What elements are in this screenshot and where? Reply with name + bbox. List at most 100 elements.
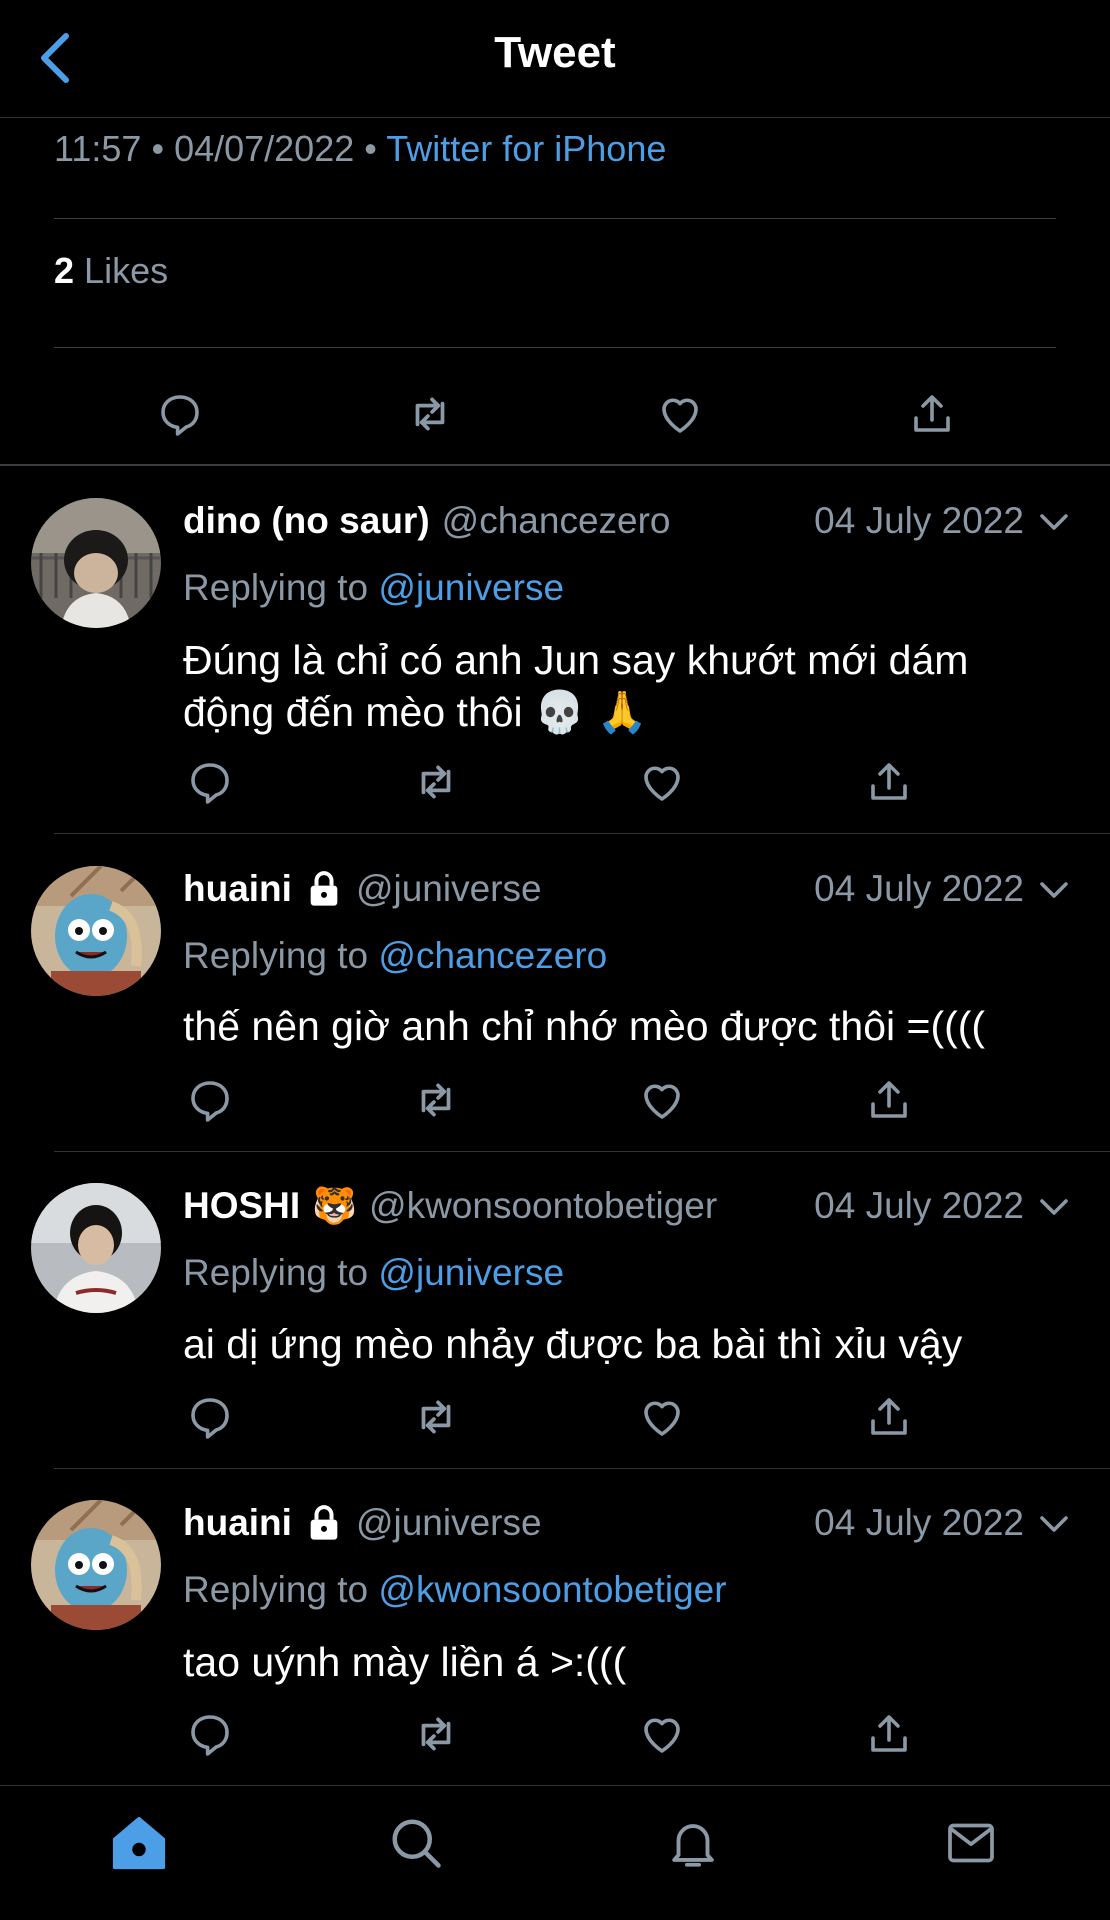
mention-link[interactable]: @juniverse: [378, 1252, 564, 1293]
chevron-down-icon: [1040, 882, 1068, 898]
like-button[interactable]: [634, 1706, 690, 1762]
notifications-bell-icon: [672, 1824, 714, 1867]
page-title: Tweet: [494, 28, 616, 77]
lock-icon: [304, 869, 344, 909]
tab-messages[interactable]: [936, 1808, 1006, 1878]
retweet-button[interactable]: [400, 384, 460, 444]
retweet-button[interactable]: [408, 1072, 464, 1128]
author-name[interactable]: huaini: [183, 868, 292, 910]
divider: [0, 464, 1110, 466]
avatar[interactable]: [31, 498, 161, 628]
replying-to: Replying to @juniverse: [183, 1252, 564, 1294]
retweet-button[interactable]: [408, 754, 464, 810]
author-name[interactable]: dino (no saur): [183, 500, 430, 542]
mention-link[interactable]: @kwonsoontobetiger: [378, 1569, 726, 1610]
divider: [54, 1468, 1110, 1469]
mention-link[interactable]: @juniverse: [378, 567, 564, 608]
share-button[interactable]: [861, 1706, 917, 1762]
more-options-button[interactable]: [1036, 1189, 1072, 1225]
likes-label: Likes: [84, 250, 169, 291]
mention-link[interactable]: @chancezero: [378, 935, 607, 976]
replying-to: Replying to @juniverse: [183, 567, 564, 609]
replying-to-label: Replying to: [183, 567, 369, 608]
avatar[interactable]: [31, 866, 161, 996]
tweet-source-link[interactable]: Twitter for iPhone: [386, 128, 666, 169]
reply-button[interactable]: [182, 1389, 238, 1445]
reply-button[interactable]: [182, 1072, 238, 1128]
avatar[interactable]: [31, 1500, 161, 1630]
search-icon: [392, 1819, 441, 1868]
heart-icon: [644, 1718, 680, 1753]
retweet-button[interactable]: [408, 1389, 464, 1445]
reply-header: HOSHI 🐯 @kwonsoontobetiger: [183, 1185, 717, 1227]
reply-date: 04 July 2022: [814, 1185, 1024, 1226]
tiger-emoji-badge: 🐯: [312, 1185, 358, 1226]
like-button[interactable]: [634, 754, 690, 810]
reply-text: ai dị ứng mèo nhảy được ba bài thì xỉu v…: [183, 1321, 963, 1367]
author-handle[interactable]: @juniverse: [356, 1502, 542, 1544]
share-icon: [871, 763, 907, 800]
divider: [54, 1151, 1110, 1152]
retweet-icon: [415, 397, 445, 431]
avatar[interactable]: [31, 1183, 161, 1313]
reply-date: 04 July 2022: [814, 1502, 1024, 1543]
share-button[interactable]: [861, 1072, 917, 1128]
meta-separator: •: [364, 128, 377, 169]
like-button[interactable]: [634, 1072, 690, 1128]
author-name[interactable]: HOSHI: [183, 1185, 300, 1227]
author-handle[interactable]: @chancezero: [442, 500, 671, 542]
like-button[interactable]: [650, 384, 710, 444]
share-button[interactable]: [861, 1389, 917, 1445]
reply-icon: [191, 763, 229, 804]
like-button[interactable]: [634, 1389, 690, 1445]
share-icon: [871, 1715, 907, 1752]
replying-to: Replying to @chancezero: [183, 935, 607, 977]
replying-to-label: Replying to: [183, 935, 369, 976]
more-options-button[interactable]: [1036, 872, 1072, 908]
chevron-down-icon: [1040, 1199, 1068, 1215]
more-options-button[interactable]: [1036, 504, 1072, 540]
share-icon: [871, 1081, 907, 1118]
tab-home[interactable]: [104, 1808, 174, 1878]
home-icon: [112, 1816, 166, 1870]
reply-button[interactable]: [150, 384, 210, 444]
likes-stat[interactable]: 2 Likes: [54, 250, 168, 292]
share-icon: [914, 395, 950, 432]
author-name[interactable]: huaini: [183, 1502, 292, 1544]
tab-search[interactable]: [381, 1808, 451, 1878]
heart-icon: [644, 766, 680, 801]
retweet-button[interactable]: [408, 1706, 464, 1762]
retweet-icon: [421, 1400, 451, 1434]
meta-separator: •: [151, 128, 165, 169]
author-handle[interactable]: @juniverse: [356, 868, 542, 910]
reply-text: tao uýnh mày liền á >:(((: [183, 1639, 627, 1685]
heart-icon: [644, 1084, 680, 1119]
author-handle[interactable]: @kwonsoontobetiger: [369, 1185, 717, 1227]
reply-button[interactable]: [182, 754, 238, 810]
more-options-button[interactable]: [1036, 1506, 1072, 1542]
reply-header: huaini @juniverse: [183, 868, 542, 910]
reply-button[interactable]: [182, 1706, 238, 1762]
tab-notifications[interactable]: [658, 1808, 728, 1878]
share-button[interactable]: [861, 754, 917, 810]
reply-date: 04 July 2022: [814, 500, 1024, 541]
reply-icon: [161, 395, 199, 436]
share-button[interactable]: [902, 384, 962, 444]
retweet-icon: [421, 1083, 451, 1117]
share-icon: [871, 1398, 907, 1435]
reply-header: huaini @juniverse: [183, 1502, 542, 1544]
divider: [54, 347, 1056, 348]
reply-text: thế nên giờ anh chỉ nhớ mèo được thôi =(…: [183, 1003, 986, 1049]
replying-to-label: Replying to: [183, 1569, 369, 1610]
tweet-timestamp: 11:57 • 04/07/2022 • Twitter for iPhone: [54, 128, 666, 170]
heart-icon: [662, 398, 698, 433]
tweet-date: 04/07/2022: [174, 128, 355, 169]
reply-icon: [191, 1081, 229, 1122]
navigation-bar: Tweet: [0, 0, 1110, 118]
reply-date: 04 July 2022: [814, 868, 1024, 909]
lock-icon: [304, 1503, 344, 1543]
messages-mail-icon: [948, 1823, 994, 1863]
retweet-icon: [421, 1717, 451, 1751]
retweet-icon: [421, 765, 451, 799]
likes-count: 2: [54, 250, 75, 291]
